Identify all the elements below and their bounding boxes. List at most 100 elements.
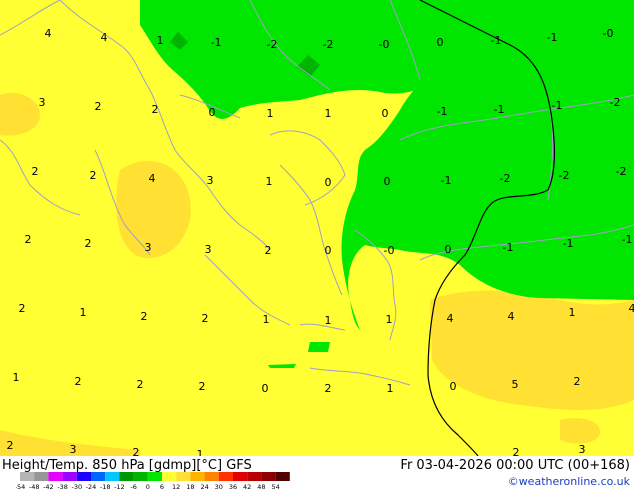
temp-label: 1 <box>267 107 274 120</box>
legend-tick-label: 18 <box>186 483 194 490</box>
map-title: Height/Temp. 850 hPa [gdmp][°C] GFS <box>2 458 252 473</box>
temp-label: 1 <box>325 107 332 120</box>
legend-swatch <box>48 472 63 481</box>
legend-swatch <box>20 472 35 481</box>
temp-label: 2 <box>574 375 581 388</box>
temp-label: -1 <box>563 237 574 250</box>
temp-label: 2 <box>19 302 26 315</box>
legend-swatch <box>62 472 77 481</box>
temp-label: -0 <box>603 27 614 40</box>
temp-label: 2 <box>85 237 92 250</box>
temp-label: 4 <box>447 312 454 325</box>
credit-link[interactable]: ©weatheronline.co.uk <box>508 475 630 488</box>
temp-label: 3 <box>207 174 214 187</box>
color-scale-legend: -54 -48-42-38-30 -24-18-12 -6 0 6 12 18 24 30 36 42… <box>16 472 290 490</box>
temp-label: 2 <box>32 165 39 178</box>
temp-label: 1 <box>263 313 270 326</box>
temp-label: 1 <box>197 448 204 456</box>
temp-label: -2 <box>616 165 627 178</box>
temp-label: -1 <box>547 31 558 44</box>
temp-label: 4 <box>149 172 156 185</box>
temp-label: 1 <box>13 371 20 384</box>
legend-swatch <box>76 472 91 481</box>
temp-label: 1 <box>569 306 576 319</box>
temp-label: 2 <box>199 380 206 393</box>
temp-label: 4 <box>45 27 52 40</box>
temp-label: 3 <box>70 443 77 456</box>
legend-swatch <box>233 472 248 481</box>
legend-tick-label: 42 <box>243 483 251 490</box>
temp-label: -2 <box>500 172 511 185</box>
temp-label: 2 <box>152 103 159 116</box>
legend-tick-label: 48 <box>257 483 265 490</box>
legend-swatch <box>91 472 106 481</box>
temp-label: 2 <box>141 310 148 323</box>
temp-label: 0 <box>382 107 389 120</box>
temp-label: 2 <box>7 439 14 452</box>
temp-label: 2 <box>90 169 97 182</box>
weather-map-frame: 4 4 1 -1 -2 -2 -0 0 -1 -1 -0 3 2 2 0 1 1 0 -1 -1 -1 -2 2 2 4 3 1 0 0… <box>0 0 634 490</box>
temp-label: -0 <box>384 244 395 257</box>
temp-label: 1 <box>157 34 164 47</box>
temp-label: 0 <box>450 380 457 393</box>
forecast-datetime: Fr 03-04-2026 00:00 UTC (00+168) <box>400 458 630 473</box>
legend-tick-label: 36 <box>229 483 237 490</box>
legend-tick-label: 6 <box>160 483 164 490</box>
temp-label: -0 <box>379 38 390 51</box>
temp-label: 2 <box>202 312 209 325</box>
temp-label: 3 <box>145 241 152 254</box>
legend-tick-label: 54 <box>271 483 279 490</box>
legend-swatch <box>190 472 205 481</box>
temperature-map: 4 4 1 -1 -2 -2 -0 0 -1 -1 -0 3 2 2 0 1 1 0 -1 -1 -1 -2 2 2 4 3 1 0 0… <box>0 0 634 456</box>
legend-swatch <box>147 472 162 481</box>
legend-tick-label: 30 <box>215 483 223 490</box>
temp-label: 2 <box>325 382 332 395</box>
legend-swatch <box>162 472 177 481</box>
legend-bar <box>20 472 290 481</box>
temp-label: 2 <box>95 100 102 113</box>
temp-label: -1 <box>494 103 505 116</box>
legend-tick-label: -38 <box>57 483 68 490</box>
temp-label: -1 <box>491 34 502 47</box>
temp-label: 1 <box>325 314 332 327</box>
legend-swatch <box>247 472 262 481</box>
legend-ticks: -54 -48-42-38-30 -24-18-12 -6 0 6 12 18 24 30 36 42… <box>16 483 280 490</box>
temp-label: 4 <box>101 31 108 44</box>
legend-tick-label: -42 <box>43 483 54 490</box>
legend-tick-label: -24 <box>86 483 97 490</box>
temp-label: 1 <box>386 313 393 326</box>
temp-label: -1 <box>622 233 633 246</box>
temp-label: -1 <box>503 241 514 254</box>
temp-label: 4 <box>629 302 634 315</box>
legend-tick-label: -30 <box>71 483 82 490</box>
temp-label: 3 <box>205 243 212 256</box>
temp-label: 0 <box>437 36 444 49</box>
temp-label: 4 <box>508 310 515 323</box>
temp-label: 1 <box>387 382 394 395</box>
legend-tick-label: 0 <box>146 483 150 490</box>
temp-label: 1 <box>266 175 273 188</box>
temp-label: 3 <box>39 96 46 109</box>
temp-label: 0 <box>384 175 391 188</box>
temp-label: -2 <box>610 96 621 109</box>
temp-label: -2 <box>267 38 278 51</box>
temp-label: 1 <box>80 306 87 319</box>
temp-label: -1 <box>441 174 452 187</box>
temp-label: 0 <box>325 176 332 189</box>
temp-label: 0 <box>262 382 269 395</box>
legend-swatch <box>34 472 49 481</box>
temp-label: -2 <box>323 38 334 51</box>
legend-swatch <box>105 472 120 481</box>
temp-label: 2 <box>25 233 32 246</box>
legend-tick-label: 12 <box>172 483 180 490</box>
temp-label: 0 <box>445 243 452 256</box>
legend-swatch <box>119 472 134 481</box>
legend-swatch <box>218 472 233 481</box>
legend-tick-label: -6 <box>130 483 136 490</box>
cool-patch-crete <box>308 342 330 352</box>
temp-label: -1 <box>211 36 222 49</box>
legend-swatch <box>275 472 290 481</box>
legend-tick-label: -54 <box>16 483 25 490</box>
temp-label: 2 <box>265 244 272 257</box>
temp-label: 0 <box>209 106 216 119</box>
